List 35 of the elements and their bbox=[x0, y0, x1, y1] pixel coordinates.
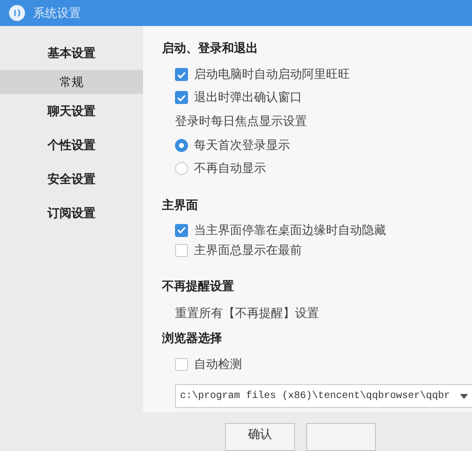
checkbox-label: 主界面总显示在最前 bbox=[194, 242, 302, 258]
section-heading: 不再提醒设置 bbox=[162, 278, 234, 295]
section-heading: 主界面 bbox=[162, 197, 198, 214]
sidebar-item[interactable]: 订阅设置 bbox=[0, 196, 143, 230]
checkbox-label: 启动电脑时自动启动阿里旺旺 bbox=[194, 66, 350, 83]
sidebar-item[interactable]: 聊天设置 bbox=[0, 94, 143, 128]
checkbox-label: 当主界面停靠在桌面边缘时自动隐藏 bbox=[194, 222, 386, 238]
sidebar-item[interactable]: 常规 bbox=[0, 70, 143, 94]
sidebar-item[interactable]: 基本设置 bbox=[0, 36, 143, 70]
setting-label: 登录时每日焦点显示设置 bbox=[175, 113, 307, 130]
checkmark-icon bbox=[177, 226, 186, 234]
checkbox-label: 退出时弹出确认窗口 bbox=[194, 89, 302, 106]
radio-label: 每天首次登录显示 bbox=[194, 137, 290, 154]
checkbox-label: 自动检测 bbox=[194, 356, 242, 373]
sidebar-item[interactable]: 安全设置 bbox=[0, 162, 143, 196]
dropdown-value: c:\program files (x86)\tencent\qqbrowser\qqbr bbox=[180, 390, 450, 402]
checkbox[interactable] bbox=[175, 91, 188, 104]
sidebar-item[interactable]: 个性设置 bbox=[0, 128, 143, 162]
checkbox[interactable] bbox=[175, 358, 188, 371]
section-heading: 浏览器选择 bbox=[162, 330, 222, 347]
checkbox[interactable] bbox=[175, 244, 188, 256]
confirm-button[interactable]: 确认 bbox=[225, 423, 295, 451]
window-title: 系统设置 bbox=[33, 4, 81, 22]
checkmark-icon bbox=[177, 70, 186, 78]
radio-label: 不再自动显示 bbox=[194, 160, 266, 177]
section-heading: 启动、登录和退出 bbox=[162, 40, 258, 57]
browser-path-dropdown[interactable]: c:\program files (x86)\tencent\qqbrowser\qqbr bbox=[175, 384, 472, 408]
checkmark-icon bbox=[177, 94, 186, 102]
checkbox[interactable] bbox=[175, 224, 188, 236]
app-logo-icon bbox=[9, 5, 25, 21]
radio-button[interactable] bbox=[175, 139, 188, 152]
dropdown-arrow-icon bbox=[460, 394, 468, 398]
checkbox[interactable] bbox=[175, 68, 188, 81]
reset-link[interactable]: 重置所有【不再提醒】设置 bbox=[175, 305, 319, 322]
radio-button[interactable] bbox=[175, 162, 188, 175]
